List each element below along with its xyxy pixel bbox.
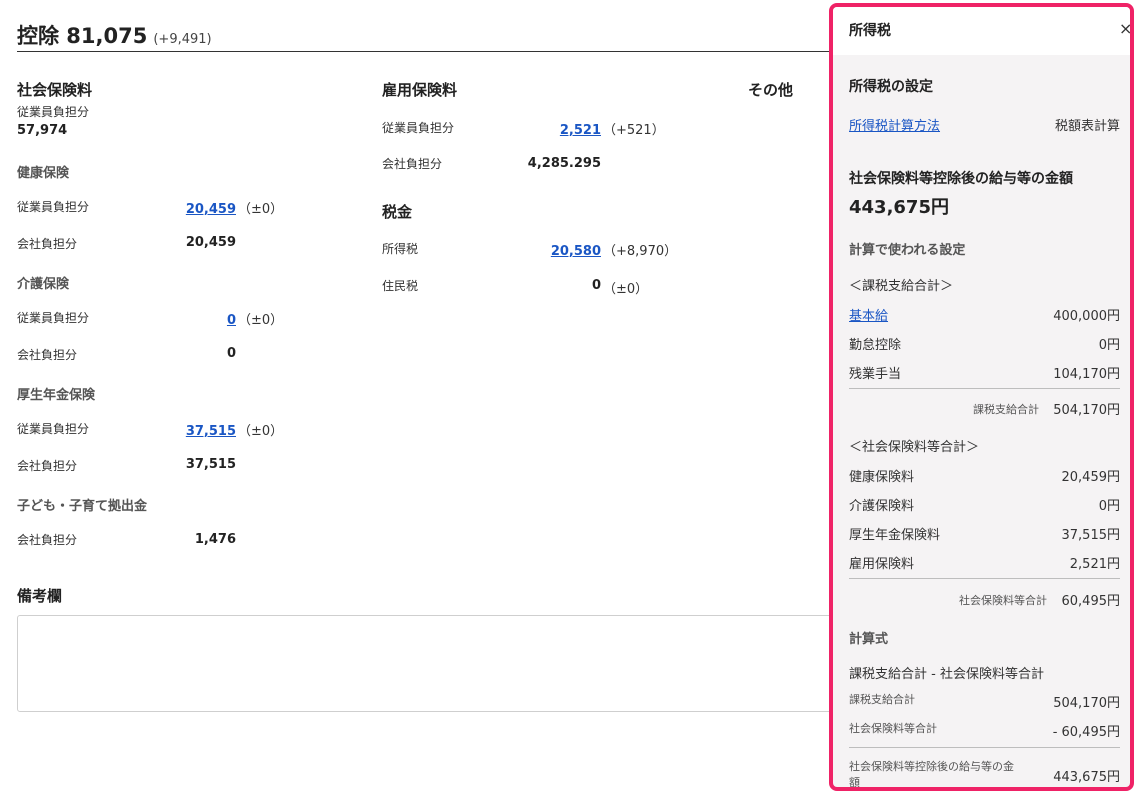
child-company-value: 1,476 — [194, 532, 236, 547]
employment-employee-delta: （+521） — [603, 123, 665, 138]
resident-tax-delta: （±0） — [603, 282, 649, 297]
social-item-label: 介護保険料 — [849, 499, 915, 514]
child-company-label: 会社負担分 — [17, 533, 78, 547]
social-item-label: 厚生年金保険料 — [849, 528, 941, 543]
page-title: 控除 81,075 (+9,491) — [17, 20, 212, 50]
notes-title: 備考欄 — [17, 587, 63, 605]
formula-row-value: 504,170円 — [1053, 696, 1120, 711]
after-deduction-amount: 443,675円 — [849, 197, 949, 218]
social-total-value: 60,495円 — [1061, 594, 1121, 609]
care-company-label: 会社負担分 — [17, 348, 78, 362]
tax-title: 税金 — [382, 203, 413, 221]
tax-method-link[interactable]: 所得税計算方法 — [849, 115, 940, 134]
close-icon[interactable]: × — [1119, 19, 1130, 38]
social-item-label: 健康保険料 — [849, 470, 915, 485]
health-employee-delta: （±0） — [238, 202, 284, 217]
taxable-total-value: 504,170円 — [1053, 403, 1120, 418]
resident-tax-value: 0 — [591, 278, 601, 293]
result-label-line1: 社会保険料等控除後の給与等の金 — [849, 760, 1014, 773]
header-divider — [17, 51, 837, 52]
social-insurance-title: 社会保険料 — [17, 81, 93, 99]
other-title: その他 — [748, 81, 794, 99]
taxable-item-label: 勤怠控除 — [849, 338, 902, 353]
pension-employee-link[interactable]: 37,515 — [186, 424, 236, 439]
care-employee-link[interactable]: 0 — [227, 313, 236, 328]
employment-employee-link[interactable]: 2,521 — [560, 123, 601, 138]
social-total-label: 社会保険料等合計 — [959, 594, 1047, 607]
employment-employee-value-wrap: 2,521 — [515, 119, 601, 138]
social-divider — [849, 578, 1120, 579]
employment-insurance-title: 雇用保険料 — [382, 81, 458, 99]
pension-employee-value-wrap: 37,515 — [150, 420, 236, 439]
taxable-item-value: 104,170円 — [1053, 367, 1120, 382]
taxable-item-label: 残業手当 — [849, 367, 902, 382]
care-employee-label: 従業員負担分 — [17, 311, 90, 325]
panel-title: 所得税 — [849, 23, 891, 39]
formula-divider — [849, 747, 1120, 748]
income-tax-panel: 所得税 × 所得税の設定 所得税計算方法 税額表計算 社会保険料等控除後の給与等… — [829, 3, 1134, 791]
result-value: 443,675円 — [1053, 770, 1120, 785]
employment-company-label: 会社負担分 — [382, 157, 443, 171]
taxable-item-value: 400,000円 — [1053, 309, 1120, 324]
pension-company-label: 会社負担分 — [17, 459, 78, 473]
taxable-header: ＜課税支給合計＞ — [849, 279, 954, 294]
child-contribution-title: 子ども・子育て拠出金 — [17, 499, 148, 514]
after-deduction-title: 社会保険料等控除後の給与等の金額 — [849, 171, 1073, 187]
formula-row-value: - 60,495円 — [1052, 725, 1120, 740]
income-tax-value-wrap: 20,580 — [515, 240, 601, 259]
taxable-item-basic-pay-link[interactable]: 基本給 — [849, 305, 888, 324]
social-item-value: 0円 — [1098, 499, 1120, 514]
health-company-label: 会社負担分 — [17, 237, 78, 251]
health-employee-link[interactable]: 20,459 — [186, 202, 236, 217]
formula-text: 課税支給合計 - 社会保険料等合計 — [849, 667, 1044, 682]
resident-tax-label: 住民税 — [382, 279, 419, 293]
care-employee-delta: （±0） — [238, 313, 284, 328]
employment-company-value: 4,285.295 — [527, 156, 601, 171]
page-title-text: 控除 81,075 — [17, 24, 148, 48]
formula-row-label: 課税支給合計 — [849, 693, 915, 706]
social-employee-label: 従業員負担分 — [17, 105, 90, 119]
health-company-value: 20,459 — [185, 235, 236, 250]
social-item-label: 雇用保険料 — [849, 557, 915, 572]
tax-method-value: 税額表計算 — [1054, 119, 1120, 134]
taxable-item-value: 0円 — [1098, 338, 1120, 353]
social-item-value: 20,459円 — [1061, 470, 1121, 485]
formula-row-label: 社会保険料等合計 — [849, 722, 937, 735]
care-company-value: 0 — [226, 346, 236, 361]
health-insurance-title: 健康保険 — [17, 166, 70, 181]
pension-title: 厚生年金保険 — [17, 388, 96, 403]
social-header: ＜社会保険料等合計＞ — [849, 440, 980, 455]
care-employee-value-wrap: 0 — [150, 309, 236, 328]
pension-employee-delta: （±0） — [238, 424, 284, 439]
result-label-line2: 額 — [849, 776, 860, 789]
care-insurance-title: 介護保険 — [17, 277, 70, 292]
taxable-total-label: 課税支給合計 — [973, 403, 1039, 416]
social-employee-total: 57,974 — [17, 123, 68, 138]
notes-textarea[interactable] — [17, 615, 839, 712]
formula-title: 計算式 — [849, 632, 889, 647]
page-title-delta: (+9,491) — [153, 32, 212, 47]
health-employee-label: 従業員負担分 — [17, 200, 90, 214]
panel-settings-title: 所得税の設定 — [849, 79, 933, 95]
employment-employee-label: 従業員負担分 — [382, 121, 455, 135]
income-tax-link[interactable]: 20,580 — [551, 244, 601, 259]
income-tax-label: 所得税 — [382, 242, 419, 256]
social-item-value: 37,515円 — [1061, 528, 1121, 543]
taxable-divider — [849, 388, 1120, 389]
social-item-value: 2,521円 — [1069, 557, 1120, 572]
income-tax-delta: （+8,970） — [603, 244, 678, 259]
health-employee-value-wrap: 20,459 — [150, 198, 236, 217]
pension-company-value: 37,515 — [185, 457, 236, 472]
calc-settings-title: 計算で使われる設定 — [849, 243, 966, 258]
pension-employee-label: 従業員負担分 — [17, 422, 90, 436]
